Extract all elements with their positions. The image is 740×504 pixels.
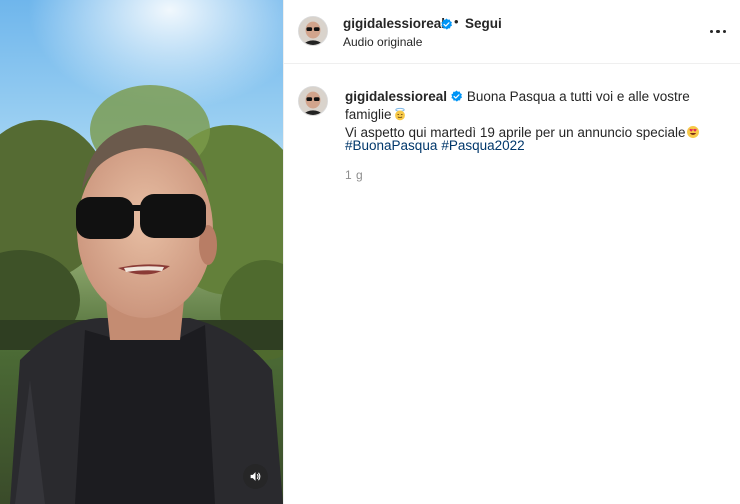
more-options-icon[interactable] [708,22,728,42]
hashtag-link[interactable]: #Pasqua2022 [441,138,524,153]
avatar-image [299,87,327,115]
speaker-icon [250,472,261,481]
author-username[interactable]: gigidalessioreal [343,16,445,31]
post-caption: gigidalessioreal Buona Pasqua a tutti vo… [345,88,725,142]
follow-button[interactable]: Segui [465,16,502,31]
author-avatar[interactable] [298,16,328,46]
post-video[interactable] [0,0,283,504]
mute-toggle-button[interactable] [243,464,268,489]
post-timestamp[interactable]: 1 g [345,168,363,182]
audio-label[interactable]: Audio originale [343,35,422,49]
caption-author-avatar[interactable] [298,86,328,116]
verified-badge-icon [451,90,463,102]
hashtag-link[interactable]: #BuonaPasqua [345,138,437,153]
heart-eyes-emoji [687,126,700,138]
post-details-panel: gigidalessioreal • Segui Audio originale… [283,0,740,504]
angel-face-emoji [394,107,405,121]
separator-dot: • [454,14,459,29]
caption-username[interactable]: gigidalessioreal [345,89,447,104]
post-header: gigidalessioreal • Segui Audio originale [284,0,740,64]
video-frame [0,0,283,504]
verified-badge [437,16,453,34]
avatar-image [299,17,327,45]
verified-badge-icon [441,18,453,30]
hashtag-list: #BuonaPasqua #Pasqua2022 [345,138,529,153]
